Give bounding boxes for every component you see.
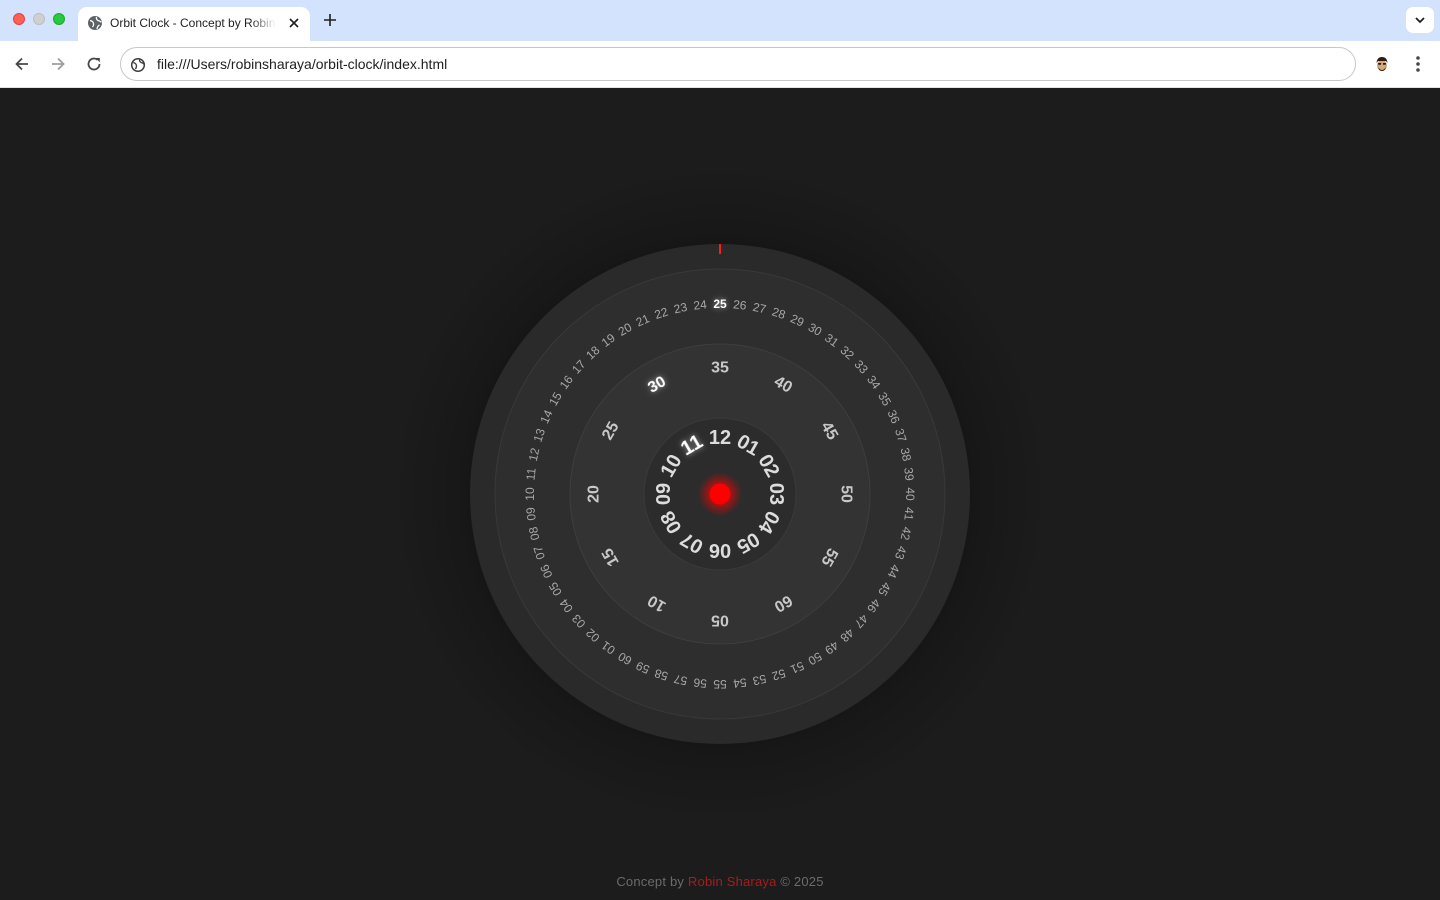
footer-prefix: Concept by [616,874,688,889]
hour-label-12: 12 [709,427,731,449]
tab-bar: Orbit Clock - Concept by Robin Sharaya [0,0,1440,41]
close-icon[interactable] [285,14,303,32]
browser-tab-active[interactable]: Orbit Clock - Concept by Robin Sharaya [78,7,310,41]
page-content: 25 26 27 28 29 30 31 32 33 34 35 36 37 38 39 40 41 42 43 44… [0,88,1440,900]
minute-label-05: 05 [711,612,729,629]
plus-icon[interactable] [320,10,340,30]
site-info-icon[interactable] [130,57,146,73]
tab-title: Orbit Clock - Concept by Robin Sharaya [110,16,276,30]
minute-label-35: 35 [711,360,729,377]
window-minimize-button[interactable] [33,13,45,25]
second-label-11: 11 [523,467,538,481]
url-text[interactable]: file:///Users/robinsharaya/orbit-clock/i… [157,48,447,80]
reload-icon[interactable] [83,53,105,75]
hour-label-06: 06 [709,539,731,561]
tab-search-button[interactable] [1406,7,1434,33]
window-maximize-button[interactable] [53,13,65,25]
chevron-down-icon [1415,17,1425,24]
second-label-40: 40 [903,487,917,501]
second-label-41: 41 [901,506,916,521]
second-label-56: 56 [692,675,707,690]
second-label-55: 55 [713,677,727,691]
footer-suffix: © 2025 [776,874,824,889]
second-label-10: 10 [523,487,537,501]
globe-icon [87,15,103,31]
second-label-54: 54 [732,675,747,690]
window-close-button[interactable] [13,13,25,25]
center-dot [709,483,731,505]
hour-label-03: 03 [765,483,787,505]
second-label-09: 09 [523,506,538,521]
second-label-39: 39 [901,467,916,482]
address-bar[interactable]: file:///Users/robinsharaya/orbit-clock/i… [120,47,1356,81]
arrow-left-icon[interactable] [11,53,33,75]
minute-label-20: 20 [586,485,603,503]
avatar-icon[interactable] [1371,53,1393,75]
hour-label-09: 09 [653,483,675,505]
author-link[interactable]: Robin Sharaya [688,874,777,889]
second-label-26: 26 [732,297,747,312]
kebab-menu-icon[interactable] [1407,53,1429,75]
arrow-right-icon[interactable] [47,53,69,75]
second-label-25-current: 25 [713,297,727,311]
footer-credit: Concept by Robin Sharaya © 2025 [0,874,1440,889]
orbit-clock: 25 26 27 28 29 303132333435363738394041424344… [390,164,1050,824]
browser-toolbar: file:///Users/robinsharaya/orbit-clock/i… [0,41,1440,88]
minute-label-50: 50 [838,485,855,503]
second-label-24: 24 [693,297,708,312]
